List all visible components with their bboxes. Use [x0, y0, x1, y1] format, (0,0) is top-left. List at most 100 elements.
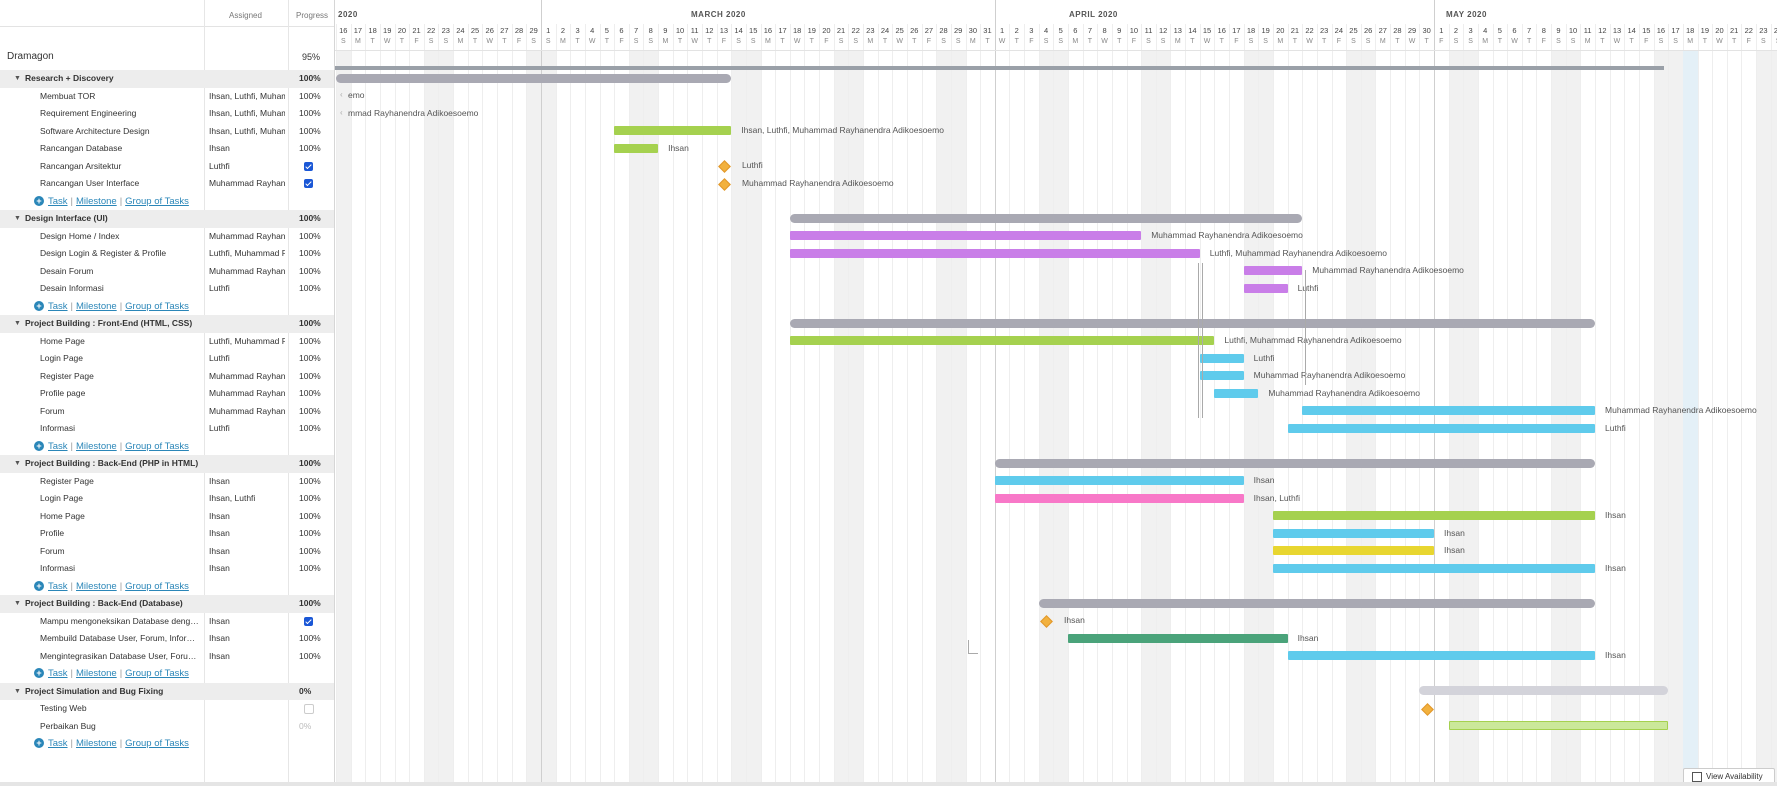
task-name[interactable]: Register Page [40, 473, 202, 491]
task-row[interactable]: Desain Informasi Luthfi 100% [0, 280, 334, 298]
group-summary-bar[interactable] [1419, 686, 1669, 696]
task-assigned[interactable]: Muhammad Rayhanendra Adikoesoemo [209, 263, 285, 281]
task-assigned[interactable]: Ihsan, Luthfi [209, 490, 285, 508]
task-bar[interactable] [614, 143, 659, 153]
collapse-caret-icon[interactable]: ▼ [14, 210, 21, 228]
task-progress[interactable]: 100% [299, 70, 329, 88]
task-assigned[interactable]: Luthfi, Muhammad Rayhanendra Adikoesoemo [209, 333, 285, 351]
task-progress[interactable]: 100% [299, 455, 329, 473]
add-task-link[interactable]: Task [48, 738, 68, 749]
milestone-row[interactable]: Mampu mengoneksikan Database dengan PHP I… [0, 613, 334, 631]
task-assigned[interactable]: Luthfi, Muhammad Rayhanendra Adikoesoemo [209, 245, 285, 263]
task-progress[interactable]: 100% [299, 105, 329, 123]
task-progress[interactable]: 0% [299, 718, 329, 736]
add-circle-icon[interactable]: + [34, 300, 44, 311]
milestone-row[interactable]: Testing Web [0, 700, 334, 718]
task-name[interactable]: Design Login & Register & Profile [40, 245, 202, 263]
group-summary-bar[interactable] [336, 73, 732, 83]
task-row[interactable]: Profile page Muhammad Rayhanendra Adikoes… [0, 385, 334, 403]
group-summary-bar[interactable] [1038, 598, 1596, 608]
task-progress[interactable]: 100% [299, 525, 329, 543]
task-bar[interactable] [1287, 423, 1596, 433]
task-name[interactable]: Desain Informasi [40, 280, 202, 298]
task-row[interactable]: Register Page Muhammad Rayhanendra Adikoe… [0, 368, 334, 386]
task-progress[interactable]: 0% [299, 683, 329, 701]
collapse-caret-icon[interactable]: ▼ [14, 595, 21, 613]
task-progress[interactable]: 100% [299, 403, 329, 421]
task-name[interactable]: Desain Forum [40, 263, 202, 281]
task-bar[interactable] [1448, 721, 1669, 731]
task-assigned[interactable]: Ihsan [209, 648, 285, 666]
milestone-row[interactable]: Rancangan Arsitektur Luthfi [0, 158, 334, 176]
task-name[interactable]: Perbaikan Bug [40, 718, 202, 736]
task-row[interactable]: Informasi Luthfi 100% [0, 420, 334, 438]
task-progress[interactable]: 100% [299, 385, 329, 403]
task-row[interactable]: Membuat TOR Ihsan, Luthfi, Muhammad Rayha… [0, 88, 334, 106]
task-bar[interactable] [1272, 511, 1596, 521]
task-assigned[interactable]: Ihsan [209, 613, 285, 631]
add-circle-icon[interactable]: + [34, 440, 44, 451]
task-row[interactable]: Forum Muhammad Rayhanendra Adikoesoemo 100… [0, 403, 334, 421]
task-bar[interactable] [1302, 406, 1596, 416]
task-name[interactable]: Project Building : Back-End (Database) [25, 595, 205, 613]
task-row[interactable]: Perbaikan Bug 0% [0, 718, 334, 736]
task-name[interactable]: Profile [40, 525, 202, 543]
task-progress[interactable]: 100% [299, 88, 329, 106]
gantt-timeline[interactable]: 16 S 17 M 18 T 19 W 20 T 21 F 22 S 23 S 24 M 25 T 26 W 27 T 28 F 2… [334, 0, 1777, 782]
task-bar[interactable] [1199, 371, 1244, 381]
add-task-link[interactable]: Task [48, 668, 68, 679]
task-name[interactable]: Rancangan Database [40, 140, 202, 158]
add-group-link[interactable]: Group of Tasks [125, 668, 189, 679]
task-name[interactable]: Mampu mengoneksikan Database dengan PHP [40, 613, 202, 631]
task-bar[interactable] [994, 476, 1244, 486]
task-name[interactable]: Project Building : Back-End (PHP in HTML… [25, 455, 205, 473]
task-progress[interactable]: 100% [299, 228, 329, 246]
task-bar[interactable] [1272, 546, 1434, 556]
task-assigned[interactable]: Ihsan, Luthfi, Muhammad Rayhanendra Adik… [209, 123, 285, 141]
task-row[interactable]: Login Page Ihsan, Luthfi 100% [0, 490, 334, 508]
task-name[interactable]: Rancangan Arsitektur [40, 158, 202, 176]
task-row[interactable]: Software Architecture Design Ihsan, Luthf… [0, 123, 334, 141]
task-progress[interactable]: 100% [299, 245, 329, 263]
milestone-diamond[interactable] [718, 177, 731, 191]
task-row[interactable]: Forum Ihsan 100% [0, 543, 334, 561]
task-progress[interactable]: 100% [299, 368, 329, 386]
task-bar[interactable] [1243, 266, 1303, 276]
task-bar[interactable] [789, 231, 1142, 241]
add-group-link[interactable]: Group of Tasks [125, 196, 189, 207]
task-assigned[interactable]: Luthfi [209, 420, 285, 438]
task-bar[interactable] [789, 248, 1200, 258]
task-assigned[interactable]: Luthfi [209, 280, 285, 298]
task-name[interactable]: Requirement Engineering [40, 105, 202, 123]
task-name[interactable]: Profile page [40, 385, 202, 403]
task-assigned[interactable]: Ihsan [209, 560, 285, 578]
project-title[interactable]: Dramagon [7, 51, 54, 62]
task-bar[interactable] [1068, 633, 1288, 643]
task-row[interactable]: Home Page Ihsan 100% [0, 508, 334, 526]
task-row[interactable]: Profile Ihsan 100% [0, 525, 334, 543]
task-progress[interactable]: 100% [299, 560, 329, 578]
task-row[interactable]: Membuild Database User, Forum, Informasi… [0, 630, 334, 648]
task-progress[interactable]: 100% [299, 333, 329, 351]
task-row[interactable]: Desain Forum Muhammad Rayhanendra Adikoes… [0, 263, 334, 281]
task-assigned[interactable]: Muhammad Rayhanendra Adikoesoemo [209, 403, 285, 421]
task-bar[interactable] [1272, 528, 1434, 538]
milestone-checkbox[interactable] [304, 161, 313, 171]
task-name[interactable]: Login Page [40, 350, 202, 368]
task-bar[interactable] [614, 126, 732, 136]
task-progress[interactable]: 100% [299, 508, 329, 526]
task-progress[interactable]: 100% [299, 420, 329, 438]
task-progress[interactable]: 100% [299, 630, 329, 648]
task-row[interactable]: Home Page Luthfi, Muhammad Rayhanendra Ad… [0, 333, 334, 351]
add-task-link[interactable]: Task [48, 441, 68, 452]
task-bar[interactable] [1243, 283, 1288, 293]
task-assigned[interactable]: Muhammad Rayhanendra Adikoesoemo [209, 385, 285, 403]
task-group-row[interactable]: ▼ Research + Discovery 100% [0, 70, 334, 88]
add-milestone-link[interactable]: Milestone [76, 441, 117, 452]
group-summary-bar[interactable] [789, 213, 1303, 223]
task-progress[interactable]: 100% [299, 263, 329, 281]
task-row[interactable]: Mengintegrasikan Database User, Forum, I… [0, 648, 334, 666]
task-bar[interactable] [994, 493, 1244, 503]
task-progress[interactable]: 100% [299, 280, 329, 298]
task-assigned[interactable]: Ihsan [209, 473, 285, 491]
